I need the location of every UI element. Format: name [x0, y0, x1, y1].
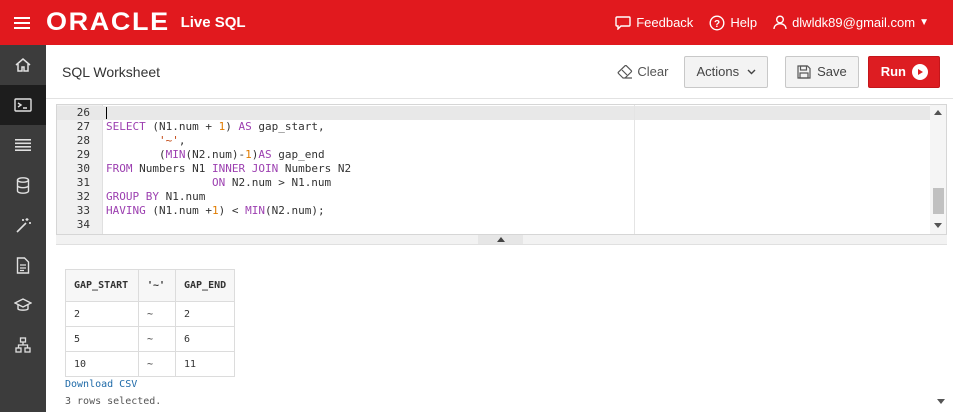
nav-wand[interactable]	[0, 205, 46, 245]
editor-scrollbar[interactable]	[930, 105, 946, 234]
pane-splitter[interactable]	[56, 235, 947, 245]
nav-schema[interactable]	[0, 325, 46, 365]
clear-button[interactable]: Clear	[611, 56, 674, 88]
nav-list[interactable]	[0, 125, 46, 165]
user-email: dlwldk89@gmail.com	[792, 15, 916, 30]
code-line: '~',	[158, 134, 186, 147]
hamburger-menu-icon[interactable]	[0, 0, 44, 45]
print-margin	[634, 105, 635, 234]
side-nav	[0, 45, 46, 412]
save-button[interactable]: Save	[785, 55, 859, 88]
save-label: Save	[817, 64, 847, 79]
table-cell: ~	[138, 301, 176, 327]
column-header: '~'	[138, 269, 176, 302]
actions-button[interactable]: Actions	[684, 55, 769, 88]
line-number: 34	[76, 218, 90, 231]
eraser-icon	[617, 64, 633, 79]
collapse-handle[interactable]	[478, 235, 523, 244]
terminal-icon	[14, 98, 32, 112]
feedback-label: Feedback	[636, 15, 694, 30]
scrollbar-thumb[interactable]	[933, 188, 944, 214]
table-row: 10 ~ 11	[65, 351, 236, 377]
table-row: 2 ~ 2	[65, 301, 236, 327]
brand[interactable]: ORACLE Live SQL	[46, 8, 246, 37]
actions-label: Actions	[696, 64, 740, 79]
document-icon	[16, 256, 30, 274]
code-line: ON N2.num > N1.num	[211, 176, 332, 189]
column-header: GAP_START	[65, 269, 139, 302]
line-number: 29	[76, 148, 90, 161]
play-icon	[912, 63, 928, 80]
table-row: 5 ~ 6	[65, 326, 236, 352]
feedback-link[interactable]: Feedback	[615, 15, 693, 30]
sql-editor[interactable]: 26 27 28 29 30 31 32 33 34 SELECT (N1.nu…	[56, 104, 947, 235]
user-menu[interactable]: dlwldk89@gmail.com ▼	[773, 15, 929, 30]
magic-wand-icon	[15, 217, 31, 233]
user-icon	[773, 15, 787, 30]
table-cell: 5	[65, 326, 139, 352]
chevron-down-icon	[747, 69, 756, 74]
run-label: Run	[880, 64, 906, 79]
scroll-down-icon[interactable]	[934, 223, 942, 228]
nav-home[interactable]	[0, 45, 46, 85]
results-table: GAP_START '~' GAP_END 2 ~ 2 5 ~ 6 10 ~ 1…	[65, 269, 236, 377]
chat-bubble-icon	[615, 15, 631, 30]
rows-selected-status: 3 rows selected.	[65, 396, 162, 407]
graduation-cap-icon	[14, 298, 32, 311]
nav-sql-worksheet[interactable]	[0, 85, 46, 125]
save-icon	[797, 64, 811, 79]
page-title: SQL Worksheet	[62, 63, 161, 80]
home-icon	[15, 58, 31, 72]
text-cursor	[106, 107, 107, 119]
active-line-highlight	[57, 106, 931, 120]
scroll-up-icon[interactable]	[934, 110, 942, 115]
table-cell: 11	[174, 351, 236, 377]
code-line: HAVING (N1.num +1) < MIN(N2.num);	[106, 204, 325, 217]
code-line: (MIN(N2.num)-1)AS gap_end	[106, 148, 325, 161]
svg-text:?: ?	[714, 19, 720, 30]
scroll-down-icon[interactable]	[937, 399, 945, 404]
table-cell: ~	[138, 351, 176, 377]
line-number: 30	[76, 162, 90, 175]
line-number: 26	[76, 106, 90, 119]
results-pane: GAP_START '~' GAP_END 2 ~ 2 5 ~ 6 10 ~ 1…	[46, 246, 953, 412]
column-header: GAP_END	[174, 269, 236, 302]
line-number: 28	[76, 134, 90, 147]
table-cell: 2	[65, 301, 139, 327]
table-header-row: GAP_START '~' GAP_END	[65, 269, 236, 302]
table-cell: 6	[174, 326, 236, 352]
code-line: GROUP BY N1.num	[106, 190, 206, 203]
caret-down-icon: ▼	[919, 17, 929, 28]
help-link[interactable]: ? Help	[709, 14, 758, 31]
table-cell: 10	[65, 351, 139, 377]
download-csv-link[interactable]: Download CSV	[65, 379, 137, 390]
sitemap-icon	[15, 337, 31, 353]
help-circle-icon: ?	[709, 14, 725, 31]
line-number: 31	[76, 176, 90, 189]
oracle-logo: ORACLE	[46, 8, 170, 36]
nav-document[interactable]	[0, 245, 46, 285]
code-line: SELECT (N1.num + 1) AS gap_start,	[106, 120, 325, 133]
run-button[interactable]: Run	[867, 55, 940, 88]
line-number: 32	[76, 190, 90, 203]
clear-label: Clear	[637, 64, 669, 79]
line-number: 33	[76, 204, 90, 217]
worksheet-header: SQL Worksheet Clear Actions Save Run	[46, 45, 953, 99]
table-cell: ~	[138, 326, 176, 352]
table-cell: 2	[174, 301, 236, 327]
list-icon	[15, 139, 31, 151]
top-bar: ORACLE Live SQL Feedback ? Help dlwldk89…	[0, 0, 953, 45]
code-line: FROM Numbers N1 INNER JOIN Numbers N2	[106, 162, 352, 175]
line-number: 27	[76, 120, 90, 133]
nav-learn[interactable]	[0, 285, 46, 325]
results-scrollbar[interactable]	[935, 246, 947, 412]
nav-database[interactable]	[0, 165, 46, 205]
database-icon	[16, 176, 30, 194]
caret-up-icon	[496, 237, 505, 242]
product-name: Live SQL	[180, 14, 246, 31]
help-label: Help	[730, 15, 758, 30]
